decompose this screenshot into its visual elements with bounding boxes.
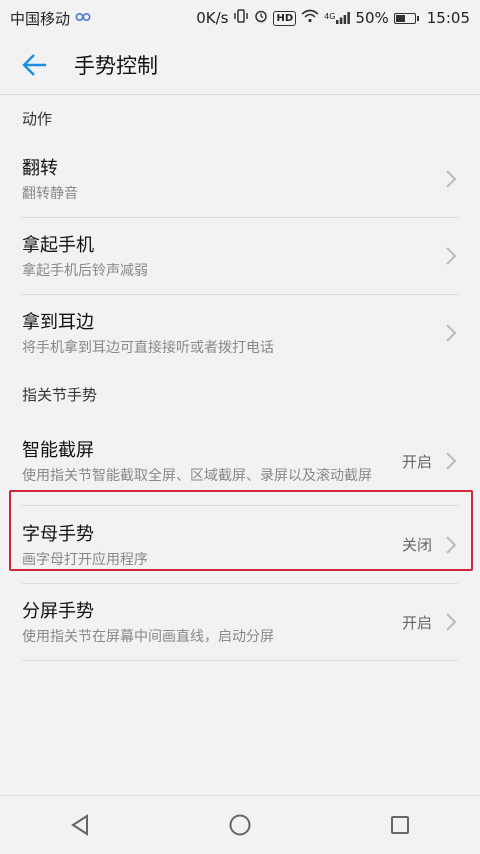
item-desc: 使用指关节在屏幕中间画直线，启动分屏 [22, 629, 274, 645]
section-header-knuckle: 指关节手势 [22, 385, 98, 404]
alarm-icon [254, 9, 268, 27]
page-title: 手势控制 [74, 54, 158, 78]
nav-recents-button[interactable] [360, 796, 440, 854]
section-header-actions: 动作 [22, 109, 53, 128]
status-bar: 中国移动 0K/s HD 4G 50% 15:05 [0, 0, 480, 36]
hd-badge: HD [273, 10, 297, 26]
status-value: 开启 [401, 613, 432, 632]
item-desc: 使用指关节智能截取全屏、区域截屏、录屏以及滚动截屏 [22, 468, 372, 484]
app-bar: 手势控制 [0, 36, 480, 94]
list-item-split-screen[interactable]: 分屏手势 使用指关节在屏幕中间画直线，启动分屏 开启 [0, 584, 480, 660]
list-item-pick-up[interactable]: 拿起手机 拿起手机后铃声减弱 [0, 218, 480, 294]
item-desc: 将手机拿到耳边可直接接听或者拨打电话 [22, 340, 274, 356]
triangle-back-icon [71, 814, 88, 836]
chevron-right-icon [446, 535, 457, 554]
status-value: 关闭 [401, 536, 432, 554]
square-recents-icon [391, 816, 409, 834]
item-label: 拿起手机 [22, 235, 94, 256]
item-label: 分屏手势 [22, 601, 94, 622]
network-speed: 0K/s [196, 9, 229, 27]
item-desc: 翻转静音 [22, 186, 78, 202]
wifi-icon [301, 9, 319, 27]
item-desc: 画字母打开应用程序 [22, 551, 148, 568]
item-label: 字母手势 [22, 523, 94, 545]
battery-fill [395, 14, 405, 22]
battery-percent: 50% [355, 9, 389, 27]
arrow-back-icon [22, 54, 46, 76]
clock: 15:05 [426, 9, 470, 27]
circle-home-icon [229, 814, 251, 836]
item-label: 翻转 [22, 158, 58, 179]
divider [22, 660, 458, 661]
settings-list: 动作 翻转 翻转静音 拿起手机 拿起手机后铃声减弱 拿到耳边 将手机拿到耳边可直… [0, 95, 480, 661]
chevron-right-icon [446, 170, 457, 188]
item-desc: 拿起手机后铃声减弱 [22, 263, 148, 279]
signal-icon: 4G [324, 12, 351, 24]
link-icon [75, 11, 91, 26]
item-label: 智能截屏 [22, 440, 94, 461]
chevron-right-icon [446, 247, 457, 265]
chevron-right-icon [446, 324, 457, 342]
chevron-right-icon [446, 613, 457, 631]
navigation-bar [0, 795, 480, 854]
battery-icon [393, 12, 419, 24]
nav-home-button[interactable] [200, 796, 280, 854]
list-item-flip[interactable]: 翻转 翻转静音 [0, 141, 480, 217]
item-label: 拿到耳边 [22, 312, 94, 333]
carrier-label: 中国移动 [10, 9, 71, 28]
back-button[interactable] [0, 36, 70, 94]
list-item-to-ear[interactable]: 拿到耳边 将手机拿到耳边可直接接听或者拨打电话 [0, 295, 480, 371]
list-item-smart-screenshot[interactable]: 智能截屏 使用指关节智能截取全屏、区域截屏、录屏以及滚动截屏 开启 [0, 417, 480, 505]
chevron-right-icon [446, 452, 457, 470]
vibrate-icon [233, 9, 249, 27]
list-item-letter-gesture[interactable]: 字母手势 画字母打开应用程序 关闭 [0, 506, 480, 583]
network-type: 4G [324, 12, 336, 21]
nav-back-button[interactable] [40, 796, 120, 854]
status-value: 开启 [401, 452, 432, 471]
